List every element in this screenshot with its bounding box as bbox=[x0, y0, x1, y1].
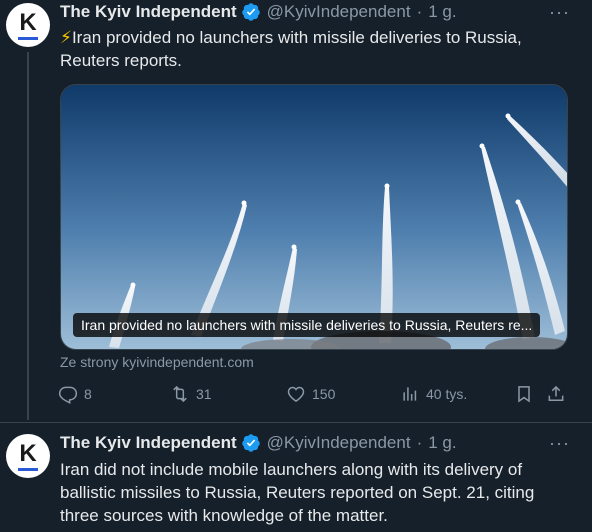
tweet[interactable]: K The Kyiv Independent @KyivIndependent … bbox=[0, 0, 592, 420]
avatar[interactable]: K bbox=[6, 434, 50, 478]
heart-icon bbox=[287, 386, 305, 402]
retweet-icon bbox=[173, 385, 187, 403]
view-count: 40 tys. bbox=[426, 386, 468, 402]
thread-line bbox=[27, 52, 29, 420]
lightning-icon: ⚡ bbox=[60, 28, 72, 47]
tweet-text: ⚡Iran provided no launchers with missile… bbox=[60, 28, 522, 70]
retweet-count: 31 bbox=[196, 386, 212, 402]
share-button[interactable] bbox=[546, 384, 566, 404]
tweet-header: The Kyiv Independent @KyivIndependent · … bbox=[60, 2, 457, 22]
more-options-icon[interactable]: ··· bbox=[549, 433, 570, 454]
timestamp[interactable]: 1 g. bbox=[428, 433, 456, 453]
author-name[interactable]: The Kyiv Independent bbox=[60, 433, 237, 453]
bookmark-button[interactable] bbox=[514, 384, 534, 404]
author-handle[interactable]: @KyivIndependent bbox=[267, 2, 411, 22]
card-title: Iran provided no launchers with missile … bbox=[73, 313, 541, 337]
verified-badge-icon bbox=[241, 434, 260, 452]
card-image bbox=[61, 85, 567, 349]
views-button[interactable]: 40 tys. bbox=[400, 384, 467, 404]
reply-button[interactable]: 8 bbox=[58, 384, 92, 404]
avatar[interactable]: K bbox=[6, 3, 50, 47]
author-name[interactable]: The Kyiv Independent bbox=[60, 2, 237, 22]
reply-icon bbox=[58, 386, 78, 404]
timestamp[interactable]: 1 g. bbox=[428, 2, 456, 22]
tweet-actions: 8 31 150 40 tys. bbox=[58, 384, 570, 410]
tweet[interactable]: K The Kyiv Independent @KyivIndependent … bbox=[0, 422, 592, 532]
more-options-icon[interactable]: ··· bbox=[549, 2, 570, 23]
tweet-text: Iran did not include mobile launchers al… bbox=[60, 460, 535, 525]
views-icon bbox=[403, 387, 417, 401]
avatar-logo: K bbox=[18, 440, 39, 471]
tweet-header: The Kyiv Independent @KyivIndependent · … bbox=[60, 433, 457, 453]
bookmark-icon bbox=[518, 386, 530, 403]
verified-badge-icon bbox=[241, 3, 260, 21]
retweet-button[interactable]: 31 bbox=[170, 384, 212, 404]
reply-count: 8 bbox=[84, 386, 92, 402]
link-card[interactable]: Iran provided no launchers with missile … bbox=[60, 84, 568, 350]
like-button[interactable]: 150 bbox=[286, 384, 335, 404]
separator-dot: · bbox=[416, 2, 423, 21]
card-source[interactable]: Ze strony kyivindependent.com bbox=[60, 354, 254, 370]
avatar-logo: K bbox=[18, 9, 39, 40]
separator-dot: · bbox=[416, 433, 423, 452]
author-handle[interactable]: @KyivIndependent bbox=[267, 433, 411, 453]
share-icon bbox=[548, 385, 564, 401]
like-count: 150 bbox=[312, 386, 336, 402]
